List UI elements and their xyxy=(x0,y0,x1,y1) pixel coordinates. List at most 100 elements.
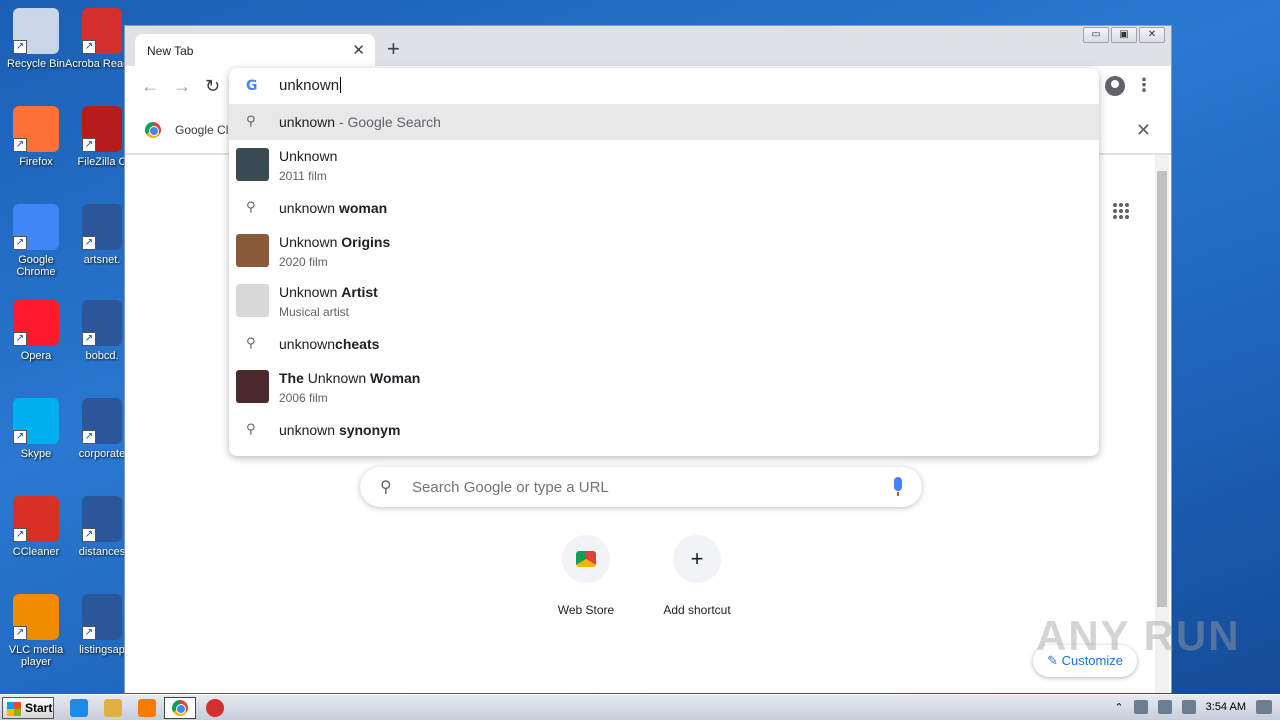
flag-icon[interactable] xyxy=(1181,700,1196,714)
omnibox-suggestion[interactable]: ⚲ unknown - Google Search xyxy=(229,104,1099,140)
search-icon: ⚲ xyxy=(380,479,392,496)
microphone-icon[interactable] xyxy=(894,477,902,496)
close-window-button[interactable]: ✕ xyxy=(1139,27,1165,43)
omnibox-text[interactable]: unknown xyxy=(279,77,341,94)
search-icon: ⚲ xyxy=(246,335,256,350)
shortcut-add[interactable]: + Add shortcut xyxy=(642,535,752,617)
system-tray: ⌃ 3:54 AM xyxy=(1114,700,1272,714)
suggestion-thumbnail xyxy=(236,234,269,267)
add-icon: + xyxy=(673,535,721,583)
desktop-icon-label: CCleaner xyxy=(12,546,60,558)
shortcut-arrow-icon: ↗ xyxy=(13,528,27,542)
shortcut-arrow-icon: ↗ xyxy=(82,528,96,542)
search-icon: ⚲ xyxy=(246,421,256,436)
app-icon: ↗ xyxy=(13,8,59,54)
tab-close-icon[interactable]: ✕ xyxy=(352,41,365,59)
desktop-icon-label: Skype xyxy=(20,448,52,460)
shortcut-arrow-icon: ↗ xyxy=(13,236,27,250)
search-icon: ⚲ xyxy=(246,199,256,214)
shortcut-web-store[interactable]: Web Store xyxy=(531,535,641,617)
google-logo-icon: G xyxy=(246,78,258,94)
omnibox-suggestion[interactable]: The Unknown Woman 2006 film xyxy=(229,362,1099,412)
app-icon: ↗ xyxy=(82,300,122,346)
tab-new-tab[interactable]: New Tab ✕ xyxy=(135,34,375,66)
ie-icon[interactable] xyxy=(70,699,88,717)
shortcut-arrow-icon: ↗ xyxy=(82,626,96,640)
start-button[interactable]: Start xyxy=(2,697,54,719)
tray-expand-icon[interactable]: ⌃ xyxy=(1114,701,1123,714)
show-desktop-icon[interactable] xyxy=(1256,700,1272,714)
omnibox-suggestion[interactable]: Unknown 2011 film xyxy=(229,140,1099,190)
scroll-thumb[interactable] xyxy=(1157,171,1167,607)
bookmark-bar-close-icon[interactable]: ✕ xyxy=(1136,120,1151,141)
omnibox-suggestion[interactable]: ⚲ unknowncheats xyxy=(229,326,1099,362)
reload-button[interactable]: ↻ xyxy=(205,76,220,97)
omnibox-suggestion[interactable]: Unknown Artist Musical artist xyxy=(229,276,1099,326)
web-store-icon xyxy=(562,535,610,583)
desktop-icon-label: VLC media player xyxy=(8,644,64,668)
suggestion-text: unknown - Google Search xyxy=(279,114,441,130)
opera-icon[interactable] xyxy=(206,699,224,717)
search-icon: ⚲ xyxy=(246,113,256,128)
app-icon: ↗ xyxy=(82,398,122,444)
omnibox-dropdown: G unknown ⚲ unknown - Google Search Unknow… xyxy=(229,68,1099,456)
shortcut-arrow-icon: ↗ xyxy=(13,138,27,152)
suggestion-text: unknowncheats xyxy=(279,336,380,352)
explorer-icon[interactable] xyxy=(104,699,122,717)
suggestion-subtitle: 2006 film xyxy=(279,391,328,405)
taskbar-chrome[interactable] xyxy=(164,697,196,719)
omnibox-suggestion[interactable]: Unknown Origins 2020 film xyxy=(229,226,1099,276)
suggestion-text: The Unknown Woman xyxy=(279,370,421,386)
ntp-search-box[interactable]: ⚲ Search Google or type a URL xyxy=(360,467,922,507)
app-icon: ↗ xyxy=(13,204,59,250)
omnibox-suggestion[interactable]: ⚲ unknown synonym xyxy=(229,412,1099,448)
desktop-icon[interactable]: ↗ Skype xyxy=(0,398,74,460)
tab-title: New Tab xyxy=(147,44,194,58)
media-player-icon[interactable] xyxy=(138,699,156,717)
forward-button[interactable]: → xyxy=(173,76,191,97)
suggestion-subtitle: Musical artist xyxy=(279,305,350,319)
chrome-logo-icon xyxy=(145,122,161,138)
clock[interactable]: 3:54 AM xyxy=(1206,701,1246,713)
shortcut-arrow-icon: ↗ xyxy=(82,430,96,444)
app-icon: ↗ xyxy=(82,496,122,542)
omnibox-suggestion[interactable]: ⚲ unknown woman xyxy=(229,190,1099,226)
suggestion-thumbnail xyxy=(236,148,269,181)
shortcut-arrow-icon: ↗ xyxy=(82,236,96,250)
taskbar: Start ⌃ 3:54 AM xyxy=(0,694,1280,720)
bookmark-item[interactable]: Google Cl xyxy=(145,122,228,138)
app-icon: ↗ xyxy=(82,594,122,640)
shortcut-arrow-icon: ↗ xyxy=(13,332,27,346)
desktop-icon[interactable]: ↗ Opera xyxy=(0,300,74,362)
desktop-icon[interactable]: ↗ CCleaner xyxy=(0,496,74,558)
suggestion-subtitle: 2011 film xyxy=(279,169,327,183)
shortcut-arrow-icon: ↗ xyxy=(82,332,96,346)
suggestion-thumbnail xyxy=(236,284,269,317)
desktop-icon-label: Opera xyxy=(20,350,52,362)
desktop-icon[interactable]: ↗ Google Chrome xyxy=(0,204,74,278)
network-icon[interactable] xyxy=(1157,700,1172,714)
desktop-icon[interactable]: ↗ Firefox xyxy=(0,106,74,168)
minimize-button[interactable]: ▭ xyxy=(1083,27,1109,43)
shortcut-label: Add shortcut xyxy=(663,603,731,617)
app-icon: ↗ xyxy=(13,106,59,152)
suggestion-text: Unknown Artist xyxy=(279,284,378,300)
back-button[interactable]: ← xyxy=(141,76,159,97)
desktop-icon[interactable]: ↗ VLC media player xyxy=(0,594,74,668)
profile-icon[interactable] xyxy=(1105,76,1125,96)
desktop-icon-label: Recycle Bin xyxy=(6,58,66,70)
new-tab-button[interactable]: + xyxy=(387,38,400,60)
menu-icon[interactable]: ⋮ xyxy=(1135,76,1153,94)
app-icon: ↗ xyxy=(82,106,122,152)
suggestion-text: unknown synonym xyxy=(279,422,401,438)
suggestion-thumbnail xyxy=(236,370,269,403)
restore-button[interactable]: ▣ xyxy=(1111,27,1137,43)
desktop-icon[interactable]: ↗ Recycle Bin xyxy=(0,8,74,70)
volume-icon[interactable] xyxy=(1133,700,1148,714)
app-icon: ↗ xyxy=(13,496,59,542)
omnibox-input[interactable]: G unknown xyxy=(229,68,1099,104)
shortcut-arrow-icon: ↗ xyxy=(13,430,27,444)
apps-grid-icon[interactable] xyxy=(1113,203,1129,219)
ntp-search-placeholder: Search Google or type a URL xyxy=(412,479,609,496)
shortcut-label: Web Store xyxy=(557,603,615,617)
